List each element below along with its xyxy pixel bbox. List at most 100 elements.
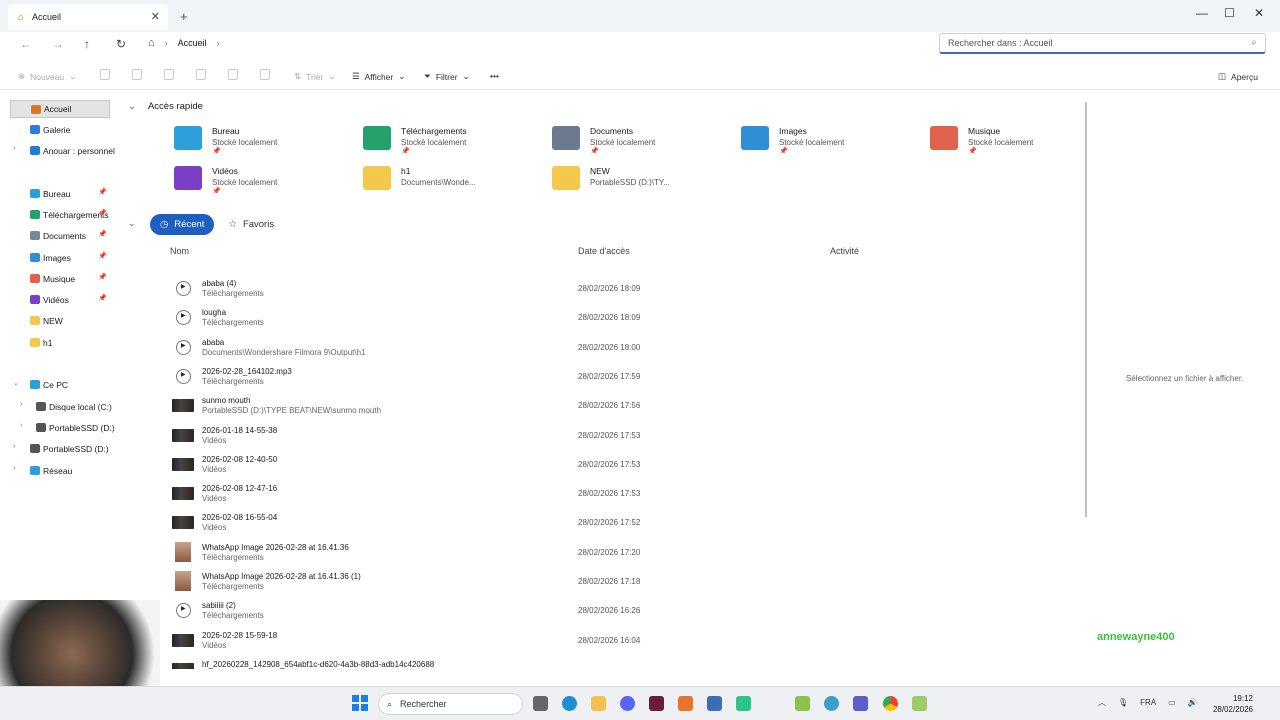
new-button[interactable]: ⊕ Nouveau ⌄ (18, 71, 76, 82)
delete-icon[interactable] (260, 69, 270, 80)
column-header-date[interactable]: Date d'accès (578, 246, 630, 256)
new-tab-button[interactable]: + (180, 9, 188, 24)
sidebar-item[interactable]: PortableSSD (D:) (10, 419, 115, 437)
sidebar-item[interactable]: Disque local (C:) (10, 398, 112, 416)
chat-app-icon[interactable] (736, 696, 751, 711)
tab-favorites[interactable]: ☆ Favoris (220, 214, 282, 235)
bluestacks-multi-icon[interactable] (912, 696, 927, 711)
quick-access-item[interactable]: Bureau Stocké localement 📌 (174, 126, 354, 160)
cut-icon[interactable] (100, 69, 110, 80)
quick-access-item[interactable]: Musique Stocké localement 📌 (930, 126, 1110, 160)
copy-icon[interactable] (132, 69, 142, 80)
tab-recent[interactable]: ◷ Récent (150, 214, 215, 235)
quick-access-item[interactable]: Images Stocké localement 📌 (741, 126, 921, 160)
sidebar-item[interactable]: h1 (10, 334, 110, 352)
file-row[interactable]: loughaTéléchargements 28/02/2026 18:09 (172, 306, 872, 335)
sidebar-item[interactable]: Images 📌 (10, 249, 110, 267)
sidebar-item[interactable]: Bureau 📌 (10, 185, 110, 203)
taskbar-clock[interactable]: 19:12 28/02/2026 (1205, 693, 1253, 715)
rename-icon[interactable] (196, 69, 206, 80)
file-row[interactable]: hf_20260228_142908_654abf1c-d620-4a3b-88… (172, 658, 872, 669)
file-row[interactable]: 2026-02-28_164102.mp3Téléchargements 28/0… (172, 365, 872, 394)
breadcrumb-chevron-icon[interactable]: › (217, 38, 220, 48)
edge-icon[interactable] (562, 696, 577, 711)
file-row[interactable]: ababaDocuments\Wondershare Filmora 9\Out… (172, 336, 872, 365)
vertical-scrollbar[interactable] (1085, 102, 1087, 517)
chevron-right-icon[interactable]: › (13, 443, 15, 450)
quick-access-item[interactable]: Documents Stocké localement 📌 (552, 126, 732, 160)
filmora-icon[interactable] (649, 696, 664, 711)
file-row[interactable]: ababa (4)Téléchargements 28/02/2026 18:09 (172, 277, 872, 306)
quick-access-item[interactable]: NEW PortableSSD (D:)\TY... (552, 166, 732, 200)
file-explorer-icon[interactable] (591, 696, 606, 711)
tab-accueil[interactable]: ⌂ Accueil ✕ (8, 4, 168, 30)
chevron-right-icon[interactable]: › (20, 401, 22, 408)
share-icon[interactable] (228, 69, 238, 80)
network-icon[interactable]: ▭ (1168, 698, 1176, 707)
forward-arrow-icon[interactable]: → (52, 37, 64, 51)
quick-access-item[interactable]: h1 Documents\Wonde... (363, 166, 543, 200)
task-view-icon[interactable] (533, 696, 548, 711)
browser-icon[interactable] (824, 696, 839, 711)
chevron-right-icon[interactable]: › (20, 422, 22, 429)
file-row[interactable]: 2026-01-18 14-55-38 Vidéos 28/02/2026 17:5… (172, 424, 872, 453)
filter-button[interactable]: ⏷ Filtrer ⌄ (424, 71, 470, 82)
chrome-icon[interactable] (883, 696, 898, 711)
search-input[interactable]: Rechercher dans : Accueil ⌕ (939, 33, 1266, 54)
calculator-icon[interactable] (707, 696, 722, 711)
quick-access-item[interactable]: Téléchargements Stocké localement 📌 (363, 126, 543, 160)
maximize-button[interactable]: ☐ (1224, 6, 1235, 20)
chevron-right-icon[interactable]: › (13, 145, 15, 152)
file-row[interactable]: 2026-02-08 12-40-50 Vidéos 28/02/2026 17:5… (172, 453, 872, 482)
sidebar-item[interactable]: Accueil (10, 100, 110, 118)
column-header-activity[interactable]: Activité (830, 246, 859, 256)
paste-icon[interactable] (164, 69, 174, 80)
address-bar[interactable] (140, 33, 933, 55)
sidebar-item[interactable]: Vidéos 📌 (10, 291, 110, 309)
file-row[interactable]: WhatsApp Image 2026-02-28 at 16.41.36 Tél… (172, 541, 872, 570)
language-indicator[interactable]: FRA (1140, 698, 1156, 707)
chevron-down-icon[interactable]: ⌄ (128, 218, 136, 229)
sidebar-item[interactable]: Galerie (10, 121, 110, 139)
more-options-button[interactable]: ••• (490, 71, 499, 81)
sort-button[interactable]: ⇅ Trier ⌄ (294, 71, 335, 82)
preview-button[interactable]: ◫ Aperçu (1218, 71, 1258, 82)
file-row[interactable]: 2026-02-08 12-47-16 Vidéos 28/02/2026 17:5… (172, 482, 872, 511)
sidebar-item[interactable]: PortableSSD (D:) (10, 440, 110, 458)
fl-studio-icon[interactable] (678, 696, 693, 711)
taskbar-search[interactable]: ⌕ Rechercher (378, 693, 523, 715)
file-row[interactable]: WhatsApp Image 2026-02-28 at 16.41.36 (1… (172, 570, 872, 599)
teams-icon[interactable] (853, 696, 868, 711)
sidebar-item[interactable]: Ce PC (10, 376, 110, 394)
close-tab-button[interactable]: ✕ (151, 10, 160, 23)
file-row[interactable]: 2026-02-08 16-55-04 Vidéos 28/02/2026 17:5… (172, 511, 872, 540)
up-arrow-icon[interactable]: ↑ (84, 37, 90, 51)
file-row[interactable]: sabiiiii (2)Téléchargements 28/02/2026 16… (172, 599, 872, 628)
minimize-button[interactable]: — (1196, 6, 1208, 20)
chevron-down-icon[interactable]: ⌄ (128, 101, 136, 112)
start-button[interactable] (352, 695, 368, 711)
quick-access-header[interactable]: ⌄ Accès rapide (128, 101, 203, 112)
sidebar-item[interactable]: NEW (10, 312, 110, 330)
file-row[interactable]: 2026-02-28 15-59-18 Vidéos 28/02/2026 16:0… (172, 629, 872, 658)
bluestacks-icon[interactable] (795, 696, 810, 711)
file-row[interactable]: sunmo mouth PortableSSD (D:)\TYPE BEAT\NE… (172, 394, 872, 423)
sidebar-item[interactable]: Réseau (10, 462, 110, 480)
chevron-right-icon[interactable]: › (13, 465, 15, 472)
chevron-up-icon[interactable]: ︿ (1098, 697, 1106, 708)
home-icon[interactable]: ⌂ (148, 37, 155, 49)
sidebar-item[interactable]: Téléchargements 📌 (10, 206, 110, 224)
discord-icon[interactable] (620, 696, 635, 711)
back-arrow-icon[interactable]: ← (20, 37, 32, 51)
column-header-name[interactable]: Nom (170, 246, 189, 256)
volume-icon[interactable]: 🔊 (1188, 698, 1198, 707)
chevron-down-icon[interactable]: ⌄ (13, 379, 19, 387)
sidebar-item[interactable]: Anouar : personnel (10, 142, 115, 160)
quick-access-item[interactable]: Vidéos Stocké localement 📌 (174, 166, 354, 200)
refresh-icon[interactable]: ↻ (116, 37, 126, 51)
close-window-button[interactable]: ✕ (1254, 6, 1264, 20)
microphone-icon[interactable]: 🎙 (1118, 698, 1128, 707)
sidebar-item[interactable]: Documents 📌 (10, 227, 110, 245)
sidebar-item[interactable]: Musique 📌 (10, 270, 110, 288)
view-button[interactable]: ☰ Afficher ⌄ (352, 71, 405, 82)
